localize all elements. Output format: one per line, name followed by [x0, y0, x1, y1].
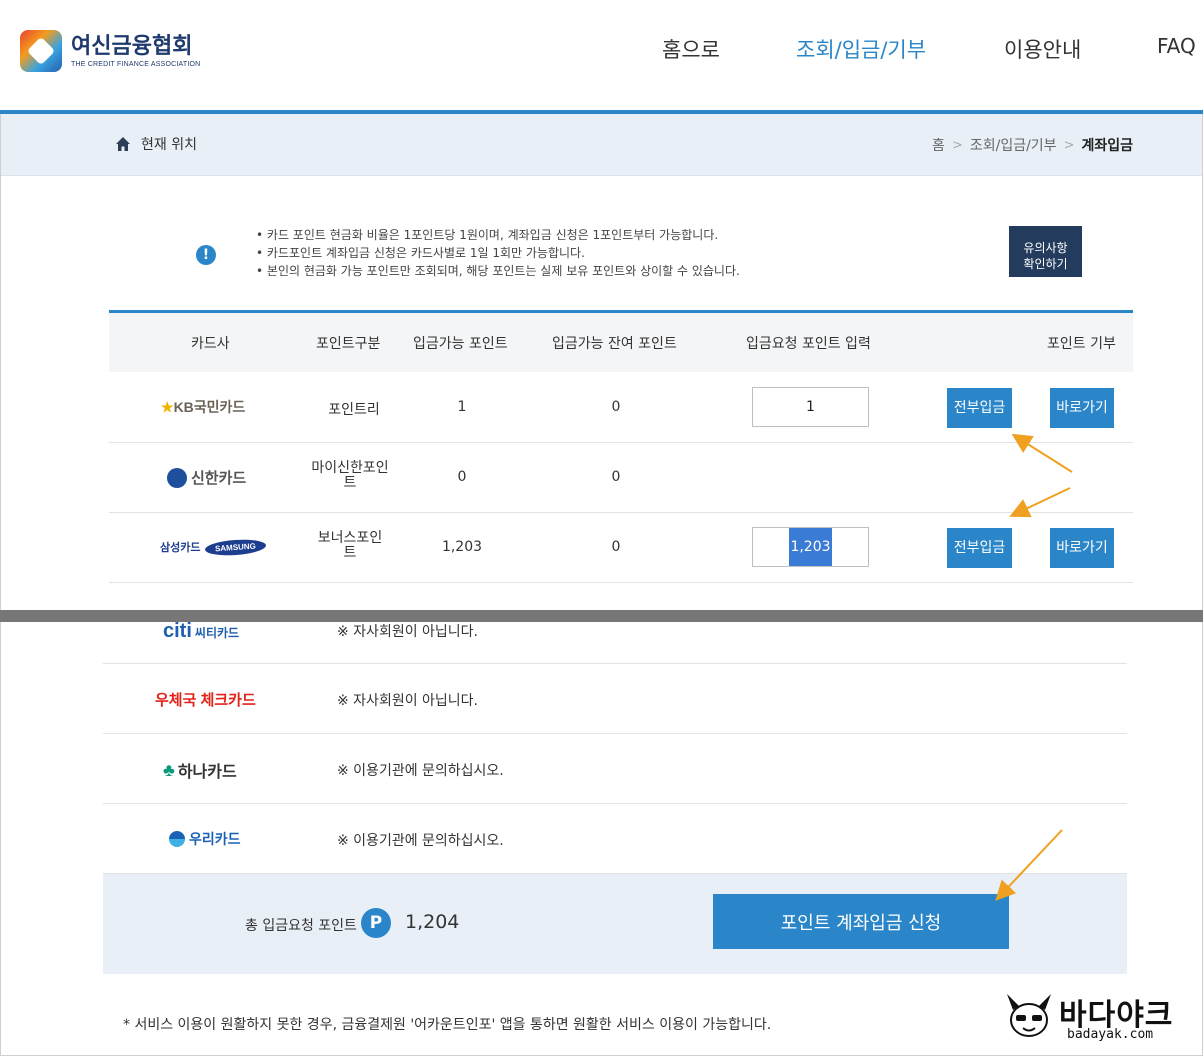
total-request-label: 총 입금요청 포인트	[245, 918, 357, 934]
notice-item: 본인의 현금화 가능 포인트만 조회되며, 해당 포인트는 실제 보유 포인트와…	[256, 262, 740, 280]
request-points-value: 1	[806, 399, 815, 415]
samsung-oval-logo: SAMSUNG	[205, 537, 267, 557]
donate-shortcut-button[interactable]: 바로가기	[1050, 388, 1114, 428]
remaining-points: 0	[611, 469, 621, 485]
remaining-points: 0	[611, 399, 621, 415]
breadcrumb-home[interactable]: 홈	[932, 135, 945, 155]
table-row: citi 씨티카드 ※ 자사회원이 아닙니다.	[103, 620, 1127, 664]
hana-card-logo: ♣ 하나카드	[163, 758, 237, 782]
card-name: 하나카드	[177, 764, 237, 781]
remaining-points: 0	[611, 539, 621, 555]
hana-emblem-icon: ♣	[163, 759, 175, 780]
samsung-card-logo: 삼성카드 SAMSUNG	[160, 537, 267, 557]
current-location-label: 현재 위치	[141, 137, 197, 153]
nav-home[interactable]: 홈으로	[662, 34, 720, 64]
breadcrumb: 홈 > 조회/입금/기부 > 계좌입금	[932, 135, 1133, 155]
notice-item: 카드포인트 계좌입금 신청은 카드사별로 1일 1회만 가능합니다.	[256, 244, 740, 262]
current-location: 현재 위치	[115, 134, 197, 154]
nav-guide[interactable]: 이용안내	[1004, 34, 1081, 64]
watermark: 바다야크 badayak.com	[1003, 988, 1193, 1048]
logo-title: 여신금융협회	[71, 33, 193, 58]
total-request-value: 1,204	[405, 911, 460, 933]
p-badge-icon: P	[361, 908, 391, 938]
home-icon	[116, 137, 130, 151]
breadcrumb-separator: >	[951, 137, 963, 153]
request-points-input[interactable]: 1	[752, 387, 869, 427]
site-logo[interactable]: 여신금융협회 THE CREDIT FINANCE ASSOCIATION	[20, 30, 200, 72]
header-request-input: 입금요청 포인트 입력	[746, 336, 871, 352]
breadcrumb-current: 계좌입금	[1081, 138, 1133, 154]
header-remaining-points: 입금가능 잔여 포인트	[552, 336, 677, 352]
table-row: ★KB국민카드 포인트리 1 0 1 전부입금 바로가기	[109, 373, 1133, 443]
woori-card-logo: 우리카드	[169, 829, 241, 849]
available-points: 1	[457, 399, 467, 415]
summary-bar: 총 입금요청 포인트 P 1,204 포인트 계좌입금 신청	[103, 874, 1127, 974]
watermark-mascot-icon	[1007, 994, 1051, 1037]
header-available-points: 입금가능 포인트	[413, 336, 508, 352]
epost-card-logo: 우체국 체크카드	[155, 692, 256, 709]
watermark-url: badayak.com	[1067, 1027, 1154, 1042]
location-bar: 현재 위치 홈 > 조회/입금/기부 > 계좌입금	[1, 114, 1202, 176]
table-row: 우체국 체크카드 ※ 자사회원이 아닙니다.	[103, 664, 1127, 734]
logo-subtitle: THE CREDIT FINANCE ASSOCIATION	[71, 61, 201, 68]
citi-brand: citi	[163, 620, 192, 642]
point-type: 보너스포인트	[317, 530, 383, 561]
point-type: 포인트리	[328, 402, 380, 418]
woori-emblem-icon	[169, 831, 185, 847]
view-notice-label-1: 유의사항	[1023, 241, 1068, 255]
card-name: 신한카드	[191, 470, 247, 487]
nav-faq[interactable]: FAQ	[1157, 34, 1196, 58]
row-message: ※ 자사회원이 아닙니다.	[337, 624, 479, 640]
card-name: KB국민카드	[173, 399, 246, 415]
card-name: 우리카드	[189, 831, 241, 847]
row-message: ※ 이용기관에 문의하십시오.	[337, 763, 504, 779]
header-card-company: 카드사	[191, 336, 230, 352]
breadcrumb-inquiry[interactable]: 조회/입금/기부	[970, 135, 1057, 155]
kb-card-logo: ★KB국민카드	[161, 397, 245, 417]
deposit-all-button[interactable]: 전부입금	[947, 388, 1012, 428]
kb-star-icon: ★	[161, 399, 174, 415]
footnote: * 서비스 이용이 원활하지 못한 경우, 금융결제원 '어카운트인포' 앱을 …	[123, 1017, 772, 1033]
available-points: 0	[457, 469, 467, 485]
table-header: 카드사 포인트구분 입금가능 포인트 입금가능 잔여 포인트 입금요청 포인트 …	[109, 313, 1133, 372]
deposit-all-button[interactable]: 전부입금	[947, 528, 1012, 568]
donate-shortcut-button[interactable]: 바로가기	[1050, 528, 1114, 568]
table-row: ♣ 하나카드 ※ 이용기관에 문의하십시오.	[103, 734, 1127, 804]
nav-inquiry-deposit-donate[interactable]: 조회/입금/기부	[796, 34, 926, 64]
view-notice-label-2: 확인하기	[1023, 257, 1068, 271]
info-icon: !	[196, 245, 216, 265]
notice-item: 카드 포인트 현금화 비율은 1포인트당 1원이며, 계좌입금 신청은 1포인트…	[256, 226, 740, 244]
site-header: 여신금융협회 THE CREDIT FINANCE ASSOCIATION 홈으…	[0, 0, 1203, 111]
logo-text: 여신금융협회 THE CREDIT FINANCE ASSOCIATION	[71, 33, 201, 69]
card-name: 삼성카드	[160, 542, 201, 554]
header-point-donate: 포인트 기부	[1047, 336, 1116, 352]
available-points: 1,203	[441, 539, 483, 555]
apply-deposit-button[interactable]: 포인트 계좌입금 신청	[713, 894, 1009, 949]
row-message: ※ 이용기관에 문의하십시오.	[337, 833, 504, 849]
shinhan-card-logo: 신한카드	[167, 467, 246, 488]
table-row: 삼성카드 SAMSUNG 보너스포인트 1,203 0 1,203 전부입금 바…	[109, 513, 1133, 583]
request-points-input[interactable]: 1,203	[752, 527, 869, 567]
point-type: 마이신한포인트	[311, 460, 389, 491]
citi-card-logo: citi 씨티카드	[163, 620, 239, 643]
row-message: ※ 자사회원이 아닙니다.	[337, 693, 479, 709]
header-point-type: 포인트구분	[316, 336, 381, 352]
notice-list: 카드 포인트 현금화 비율은 1포인트당 1원이며, 계좌입금 신청은 1포인트…	[256, 226, 740, 280]
table-row: 우리카드 ※ 이용기관에 문의하십시오.	[103, 804, 1127, 874]
logo-mark-icon	[20, 30, 62, 72]
request-points-value: 1,203	[789, 528, 832, 566]
shinhan-emblem-icon	[167, 467, 187, 488]
table-row: 신한카드 마이신한포인트 0 0	[109, 443, 1133, 513]
view-notice-button[interactable]: 유의사항 확인하기	[1009, 226, 1082, 277]
card-name: 씨티카드	[194, 626, 240, 640]
breadcrumb-separator: >	[1063, 137, 1075, 153]
